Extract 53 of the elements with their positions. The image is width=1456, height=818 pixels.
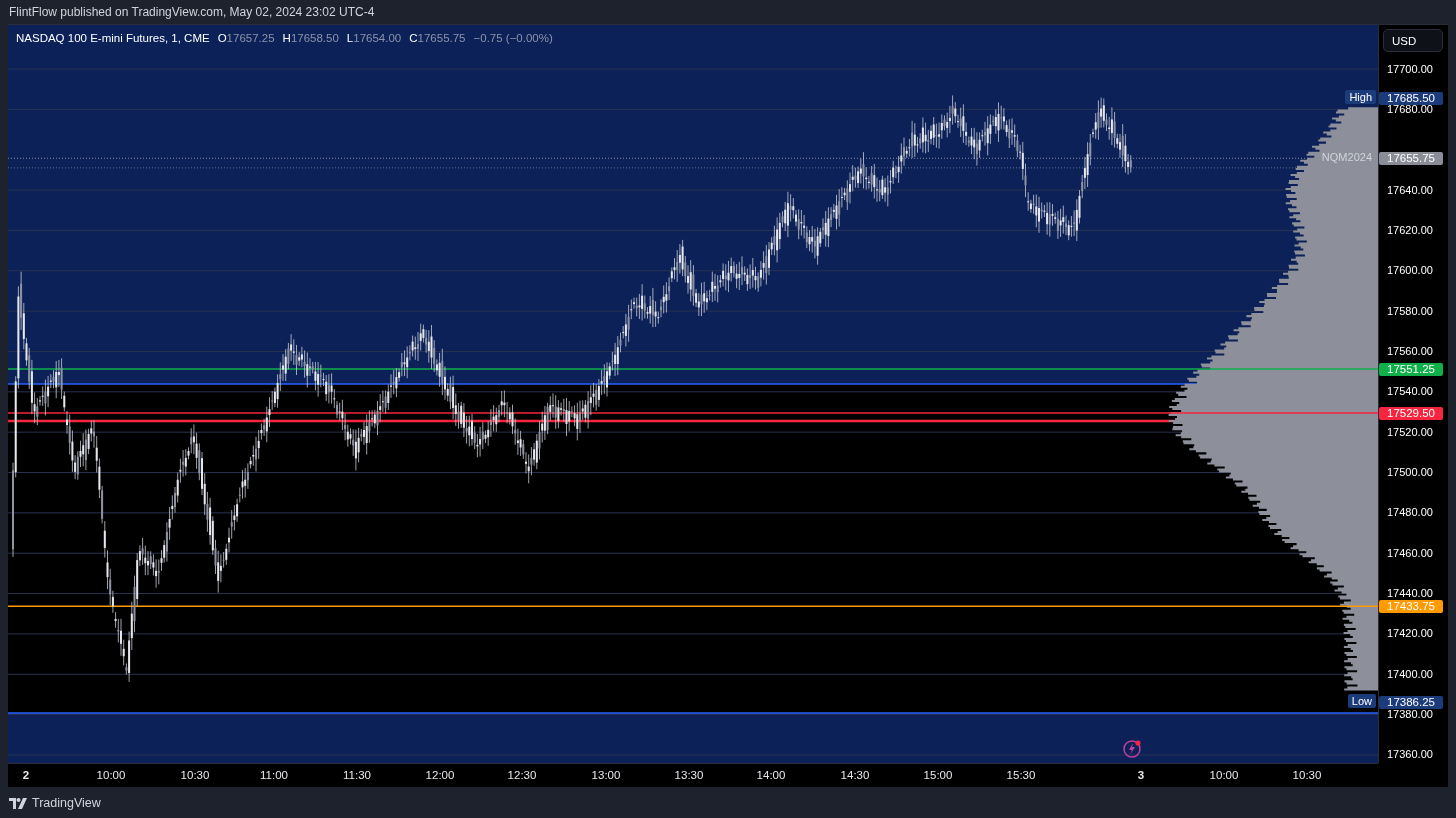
price-tick: 17620.00	[1387, 225, 1433, 235]
time-label: 15:30	[1006, 769, 1036, 781]
price-label: 17655.75	[1379, 151, 1443, 165]
price-tick: 17540.00	[1387, 387, 1433, 397]
time-label: 10:30	[1292, 769, 1322, 781]
price-tick: 17380.00	[1387, 710, 1433, 720]
time-label: 3	[1137, 769, 1145, 781]
lightning-icon[interactable]	[1123, 740, 1141, 758]
time-label: 14:00	[756, 769, 786, 781]
time-label: 11:00	[260, 769, 288, 781]
price-tick: 17680.00	[1387, 104, 1433, 114]
time-label: 13:30	[674, 769, 704, 781]
symbol-title: NASDAQ 100 E-mini Futures, 1, CME	[16, 32, 210, 44]
price-tick: 17560.00	[1387, 346, 1433, 356]
time-label: 14:30	[840, 769, 870, 781]
price-change: −0.75 (−0.00%)	[473, 32, 553, 44]
logo-icon	[9, 797, 27, 809]
price-label: 17551.25	[1379, 362, 1443, 376]
price-label: 17529.50	[1379, 406, 1443, 420]
price-tick: 17480.00	[1387, 508, 1433, 518]
price-tick: 17400.00	[1387, 669, 1433, 679]
time-label: 12:00	[425, 769, 455, 781]
ohlc-value: O17657.25	[217, 32, 275, 44]
price-tick: 17600.00	[1387, 266, 1433, 276]
price-tick: 17640.00	[1387, 185, 1433, 195]
time-label: 15:00	[923, 769, 953, 781]
price-label: 17433.75	[1379, 599, 1443, 613]
time-label: 13:00	[591, 769, 621, 781]
time-label: 10:00	[96, 769, 126, 781]
time-label: 11:30	[343, 769, 371, 781]
time-label: 10:30	[180, 769, 210, 781]
currency-button[interactable]: USD	[1383, 29, 1443, 52]
price-tick: 17700.00	[1387, 64, 1433, 74]
price-tick: 17360.00	[1387, 750, 1433, 760]
brand-name: TradingView	[32, 796, 101, 810]
price-tick: 17500.00	[1387, 468, 1433, 477]
time-label: 12:30	[507, 769, 537, 781]
price-label: 17685.50	[1379, 91, 1443, 105]
price-tick: 17420.00	[1387, 629, 1433, 639]
ohlc-value: C17655.75	[409, 32, 466, 44]
ohlc-value: L17654.00	[346, 32, 402, 44]
price-tick: 17440.00	[1387, 589, 1433, 599]
time-label: 10:00	[1209, 769, 1239, 781]
price-tick: 17520.00	[1387, 427, 1433, 437]
time-label: 2	[22, 769, 30, 781]
publisher-caption: FlintFlow published on TradingView.com, May 02, 2024 23:02 UTC-4	[8, 4, 376, 21]
price-tick: 17460.00	[1387, 548, 1433, 558]
price-label: 17386.25	[1379, 695, 1443, 709]
price-tag: Low	[1347, 694, 1376, 708]
price-tag: High	[1345, 90, 1376, 105]
symbol-tag: NQM2024	[1317, 150, 1376, 165]
ohlc-value: H17658.50	[282, 32, 339, 44]
price-tick: 17580.00	[1387, 306, 1433, 316]
